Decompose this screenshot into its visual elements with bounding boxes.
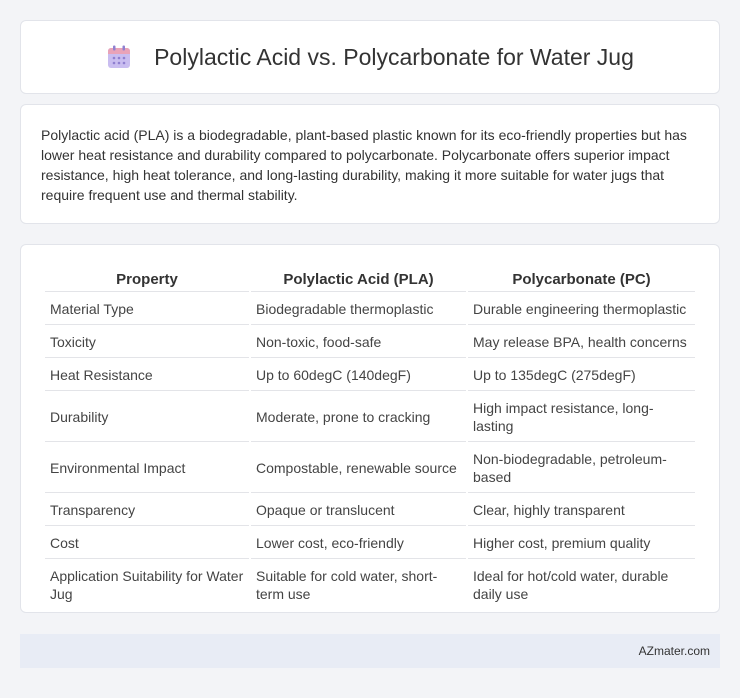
cell-pla: Opaque or translucent: [251, 495, 466, 526]
page-title: Polylactic Acid vs. Polycarbonate for Wa…: [154, 43, 634, 70]
table-header-row: Property Polylactic Acid (PLA) Polycarbo…: [45, 267, 695, 292]
cell-property: Toxicity: [45, 327, 249, 358]
cell-property: Environmental Impact: [45, 444, 249, 493]
cell-pla: Moderate, prone to cracking: [251, 393, 466, 442]
calendar-icon: [108, 45, 131, 68]
table-row: Transparency Opaque or translucent Clear…: [45, 495, 695, 526]
cell-property: Durability: [45, 393, 249, 442]
table-row: Heat Resistance Up to 60degC (140degF) U…: [45, 360, 695, 391]
header-pla: Polylactic Acid (PLA): [251, 267, 466, 292]
table-row: Toxicity Non-toxic, food-safe May releas…: [45, 327, 695, 358]
cell-pla: Compostable, renewable source: [251, 444, 466, 493]
table-row: Cost Lower cost, eco-friendly Higher cos…: [45, 528, 695, 559]
cell-pla: Biodegradable thermoplastic: [251, 294, 466, 325]
cell-pc: Higher cost, premium quality: [468, 528, 695, 559]
intro-card: Polylactic acid (PLA) is a biodegradable…: [20, 104, 720, 224]
table-row: Material Type Biodegradable thermoplasti…: [45, 294, 695, 325]
cell-pc: Clear, highly transparent: [468, 495, 695, 526]
cell-property: Cost: [45, 528, 249, 559]
comparison-card: Property Polylactic Acid (PLA) Polycarbo…: [20, 244, 720, 613]
cell-pla: Suitable for cold water, short-term use: [256, 568, 438, 602]
table-row: Application Suitability for Water Jug Su…: [45, 561, 695, 609]
table-row: Durability Moderate, prone to cracking H…: [45, 393, 695, 442]
cell-pla: Non-toxic, food-safe: [251, 327, 466, 358]
table-row: Environmental Impact Compostable, renewa…: [45, 444, 695, 493]
footer-brand[interactable]: AZmater.com: [639, 644, 710, 658]
comparison-table: Property Polylactic Acid (PLA) Polycarbo…: [43, 265, 697, 611]
cell-property: Material Type: [45, 294, 249, 325]
cell-pla: Lower cost, eco-friendly: [251, 528, 466, 559]
cell-pla: Up to 60degC (140degF): [251, 360, 466, 391]
cell-pc: Durable engineering thermoplastic: [468, 294, 695, 325]
intro-paragraph: Polylactic acid (PLA) is a biodegradable…: [41, 127, 687, 203]
cell-pc: May release BPA, health concerns: [468, 327, 695, 358]
header-pc: Polycarbonate (PC): [468, 267, 695, 292]
cell-pc: Non-biodegradable, petroleum-based: [468, 444, 695, 493]
header-property: Property: [45, 267, 249, 292]
cell-pc: Ideal for hot/cold water, durable daily …: [473, 568, 669, 602]
cell-property: Application Suitability for Water Jug: [50, 568, 244, 602]
cell-property: Transparency: [45, 495, 249, 526]
cell-pc: Up to 135degC (275degF): [468, 360, 695, 391]
title-card: Polylactic Acid vs. Polycarbonate for Wa…: [20, 20, 720, 94]
footer-bar: AZmater.com: [20, 634, 720, 668]
cell-property: Heat Resistance: [45, 360, 249, 391]
cell-pc: High impact resistance, long-lasting: [468, 393, 695, 442]
